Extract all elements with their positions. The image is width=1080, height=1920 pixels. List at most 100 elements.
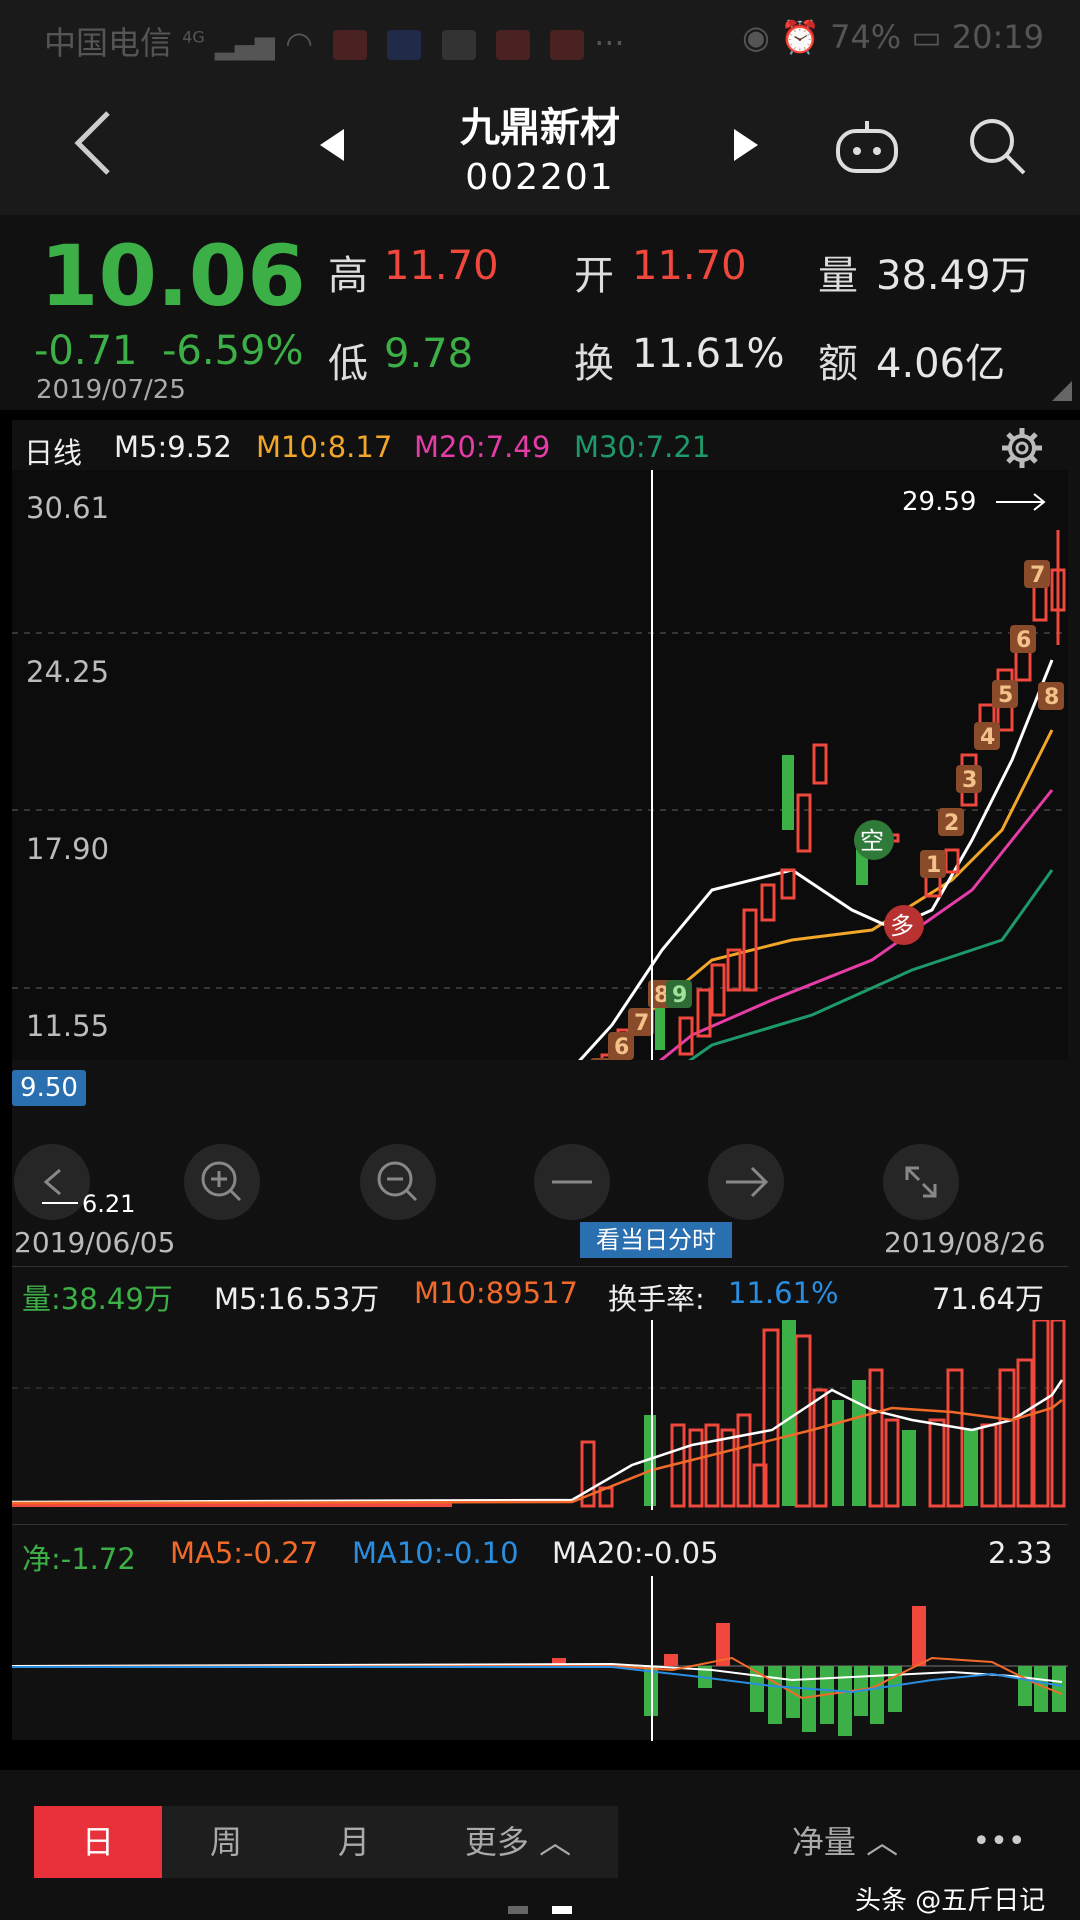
turnover-rate-label: 换手率:	[608, 1282, 705, 1316]
max-price-label: 29.59	[902, 487, 976, 517]
triangle-right-icon[interactable]	[732, 127, 760, 163]
eye-icon: ◉	[741, 18, 770, 56]
price-change: -0.71	[34, 328, 138, 374]
volume-bar	[704, 1423, 720, 1508]
battery-icon: ▭	[911, 18, 942, 56]
turnover-value: 11.61%	[632, 331, 785, 377]
volume-bar	[736, 1413, 752, 1508]
tab-day[interactable]: 日	[34, 1806, 162, 1878]
tab-week[interactable]: 周	[162, 1806, 290, 1878]
netflow-chart	[12, 1576, 1068, 1741]
netflow-bar	[664, 1654, 678, 1666]
fullscreen-button[interactable]	[883, 1144, 959, 1220]
kline-chart[interactable]: 30.61 24.25 17.90 11.55 6 7 8 9 1 2 3 4 …	[12, 470, 1068, 1060]
app-notification-icon	[495, 30, 530, 60]
volume-bar	[688, 1428, 704, 1508]
netflow-ma10-legend: MA10:-0.10	[352, 1536, 519, 1570]
app-notification-icon	[333, 30, 368, 60]
amount-value: 4.06亿	[876, 341, 1006, 387]
y-tick-label: 17.90	[26, 832, 109, 866]
count-badge: 7	[634, 1011, 649, 1036]
carrier-label: 中国电信	[44, 24, 173, 62]
app-notification-icon	[441, 30, 476, 60]
count-badge: 2	[944, 811, 959, 836]
count-badge: 8	[1044, 685, 1059, 710]
signal-duo: 多	[890, 912, 914, 940]
stock-name: 九鼎新材	[460, 105, 620, 151]
tab-more[interactable]: 更多 ︿	[418, 1806, 618, 1878]
volume-bar	[720, 1428, 736, 1508]
count-badge: 6	[614, 1035, 629, 1060]
count-badge: 4	[980, 725, 995, 750]
netflow-bar	[912, 1606, 926, 1666]
netflow-max-label: 2.33	[988, 1536, 1053, 1570]
more-notifications-icon: ···	[594, 24, 625, 62]
volume-bar	[964, 1430, 978, 1506]
menu-button[interactable]: •••	[944, 1806, 1054, 1878]
netflow-ma20-legend: MA20:-0.05	[552, 1536, 719, 1570]
page-indicator	[552, 1906, 572, 1914]
high-label: 高	[328, 253, 368, 299]
scroll-left-button[interactable]	[14, 1144, 90, 1220]
tab-month[interactable]: 月	[290, 1806, 418, 1878]
volume-max-label: 71.64万	[932, 1282, 1045, 1316]
gear-icon[interactable]	[1000, 426, 1044, 470]
period-label[interactable]: 日线	[24, 430, 82, 472]
app-notification-icon	[549, 30, 584, 60]
status-bar: 中国电信 4G ▂▄▆ ◠ ··· ◉ ⏰ 74% ▭ 20:19	[0, 0, 1080, 75]
tab-more-label: 更多	[464, 1823, 529, 1861]
ma10-legend: M10:8.17	[256, 430, 393, 464]
battery-percent: 74%	[830, 18, 902, 56]
ma20-legend: M20:7.49	[414, 430, 551, 464]
volume-value: 38.49万	[876, 253, 1031, 299]
volume-bar	[998, 1368, 1016, 1508]
robot-icon[interactable]	[834, 117, 900, 177]
volume-bar	[946, 1368, 964, 1508]
last-price: 10.06	[40, 227, 306, 325]
volume-bar	[782, 1320, 796, 1506]
stock-header: 九鼎新材 002201	[0, 75, 1080, 215]
date-start: 2019/06/05	[14, 1226, 176, 1259]
stock-code: 002201	[465, 157, 615, 198]
crosshair-price-tag: 9.50	[12, 1070, 86, 1106]
app-notification-icon	[387, 30, 422, 60]
count-badge: 6	[1016, 628, 1031, 653]
volume-bar	[902, 1430, 916, 1506]
low-label: 低	[328, 341, 368, 387]
candle	[782, 755, 794, 830]
search-icon[interactable]	[966, 115, 1028, 177]
quote-date: 2019/07/25	[36, 375, 186, 405]
high-value: 11.70	[384, 243, 499, 289]
netflow-bar	[768, 1666, 782, 1724]
network-label: 4G	[182, 27, 205, 47]
count-badge: 3	[962, 768, 977, 793]
y-tick-label: 24.25	[26, 655, 109, 689]
volume-bar	[812, 1388, 828, 1508]
amount-label: 额	[818, 341, 858, 387]
netflow-ma5-legend: MA5:-0.27	[170, 1536, 319, 1570]
alarm-icon: ⏰	[780, 18, 820, 56]
chevron-up-icon: ︿	[866, 1823, 899, 1861]
volume-m5-legend: M5:16.53万	[214, 1282, 380, 1316]
signal-kong: 空	[860, 827, 884, 855]
open-label: 开	[574, 253, 614, 299]
volume-legend: 量:38.49万	[22, 1282, 173, 1316]
min-price-label: 6.21	[82, 1190, 135, 1218]
volume-bar	[1050, 1320, 1066, 1508]
expand-corner-icon[interactable]	[1052, 381, 1072, 401]
zoom-in-button[interactable]	[184, 1144, 260, 1220]
volume-bar	[980, 1423, 998, 1508]
ma5-legend: M5:9.52	[114, 430, 232, 464]
volume-bar	[1016, 1358, 1034, 1508]
tab-net[interactable]: 净量 ︿	[760, 1806, 930, 1878]
volume-bar	[794, 1334, 812, 1508]
low-value: 9.78	[384, 331, 474, 377]
netflow-legend: 净:-1.72	[22, 1542, 136, 1576]
y-tick-label: 11.55	[26, 1009, 109, 1043]
page-indicator	[508, 1906, 528, 1914]
volume-m10-legend: M10:89517	[414, 1276, 578, 1310]
intraday-button[interactable]: 看当日分时	[580, 1222, 732, 1258]
netflow-bar	[802, 1666, 816, 1732]
turnover-rate-value: 11.61%	[728, 1276, 839, 1310]
zoom-out-button[interactable]	[360, 1144, 436, 1220]
